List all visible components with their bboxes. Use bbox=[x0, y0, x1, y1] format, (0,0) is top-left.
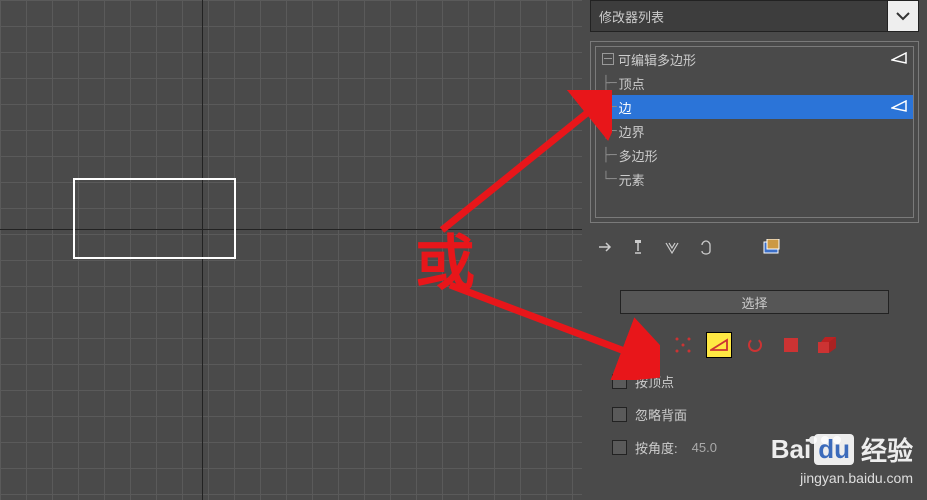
chevron-down-icon bbox=[896, 11, 910, 21]
make-unique-button[interactable] bbox=[662, 237, 682, 257]
watermark-url: jingyan.baidu.com bbox=[771, 470, 913, 486]
modify-panel: 修改器列表 可编辑多边形 ├─ 顶点 ├─ 边 ├─ 边界 bbox=[582, 0, 927, 500]
selected-object-outline[interactable] bbox=[73, 178, 236, 259]
edge-marker-icon bbox=[891, 100, 907, 112]
watermark-brand-c: 经验 bbox=[861, 431, 913, 468]
modifier-stack: 可编辑多边形 ├─ 顶点 ├─ 边 ├─ 边界 ├─ 多边形 └─ bbox=[590, 41, 919, 223]
border-mode-button[interactable] bbox=[742, 332, 768, 358]
element-icon bbox=[817, 336, 837, 354]
remove-modifier-button[interactable] bbox=[696, 237, 716, 257]
tree-line: └─ bbox=[602, 172, 616, 187]
edge-icon bbox=[710, 338, 728, 352]
stack-sub-label: 顶点 bbox=[619, 74, 645, 93]
tree-line: ├─ bbox=[602, 100, 616, 115]
annotation-or-text: 或 bbox=[415, 215, 475, 302]
vertex-mode-button[interactable] bbox=[670, 332, 696, 358]
stack-root[interactable]: 可编辑多边形 bbox=[596, 47, 913, 71]
tree-line: ├─ bbox=[602, 76, 616, 91]
ignore-backfacing-label: 忽略背面 bbox=[635, 405, 687, 424]
configure-modifier-button[interactable] bbox=[762, 237, 782, 257]
viewport[interactable] bbox=[0, 0, 582, 500]
stack-sub-element[interactable]: └─ 元素 bbox=[596, 167, 913, 191]
by-angle-label: 按角度: bbox=[635, 438, 678, 457]
modifier-list-chevron[interactable] bbox=[887, 0, 919, 32]
border-icon bbox=[747, 337, 763, 353]
by-vertex-label: 按顶点 bbox=[635, 372, 674, 391]
polygon-icon bbox=[784, 338, 798, 352]
edge-marker-icon bbox=[891, 52, 907, 64]
collapse-icon[interactable] bbox=[602, 53, 614, 65]
element-mode-button[interactable] bbox=[814, 332, 840, 358]
by-angle-checkbox[interactable] bbox=[612, 440, 627, 455]
tree-line: ├─ bbox=[602, 124, 616, 139]
modifier-list-label: 修改器列表 bbox=[599, 7, 664, 26]
stack-sub-label: 边 bbox=[619, 98, 632, 117]
stack-sub-edge[interactable]: ├─ 边 bbox=[596, 95, 913, 119]
modifier-stack-inner: 可编辑多边形 ├─ 顶点 ├─ 边 ├─ 边界 ├─ 多边形 └─ bbox=[595, 46, 914, 218]
stack-sub-border[interactable]: ├─ 边界 bbox=[596, 119, 913, 143]
by-vertex-checkbox[interactable] bbox=[612, 374, 627, 389]
watermark-brand-b: du bbox=[814, 434, 854, 465]
by-vertex-row: 按顶点 bbox=[590, 372, 919, 391]
stack-sub-label: 多边形 bbox=[619, 146, 658, 165]
stack-sub-vertex[interactable]: ├─ 顶点 bbox=[596, 71, 913, 95]
by-angle-value: 45.0 bbox=[692, 440, 717, 455]
stack-sub-label: 元素 bbox=[619, 170, 645, 189]
stack-sub-label: 边界 bbox=[619, 122, 645, 141]
show-end-result-button[interactable] bbox=[628, 237, 648, 257]
vertex-icon bbox=[675, 337, 691, 353]
pin-stack-button[interactable] bbox=[594, 237, 614, 257]
watermark: Baidu经验 jingyan.baidu.com bbox=[771, 431, 913, 486]
modifier-list-dropdown[interactable]: 修改器列表 bbox=[590, 0, 919, 32]
selection-header-label: 选择 bbox=[741, 293, 767, 312]
stack-toolbar bbox=[594, 237, 782, 257]
stack-root-label: 可编辑多边形 bbox=[618, 50, 696, 69]
edge-mode-button[interactable] bbox=[706, 332, 732, 358]
watermark-brand-a: Bai bbox=[771, 434, 811, 465]
polygon-mode-button[interactable] bbox=[778, 332, 804, 358]
ignore-backfacing-row: 忽略背面 bbox=[590, 405, 919, 424]
selection-header[interactable]: 选择 bbox=[620, 290, 889, 314]
ignore-backfacing-checkbox[interactable] bbox=[612, 407, 627, 422]
tree-line: ├─ bbox=[602, 148, 616, 163]
subobject-selection-row bbox=[590, 332, 919, 358]
stack-sub-polygon[interactable]: ├─ 多边形 bbox=[596, 143, 913, 167]
